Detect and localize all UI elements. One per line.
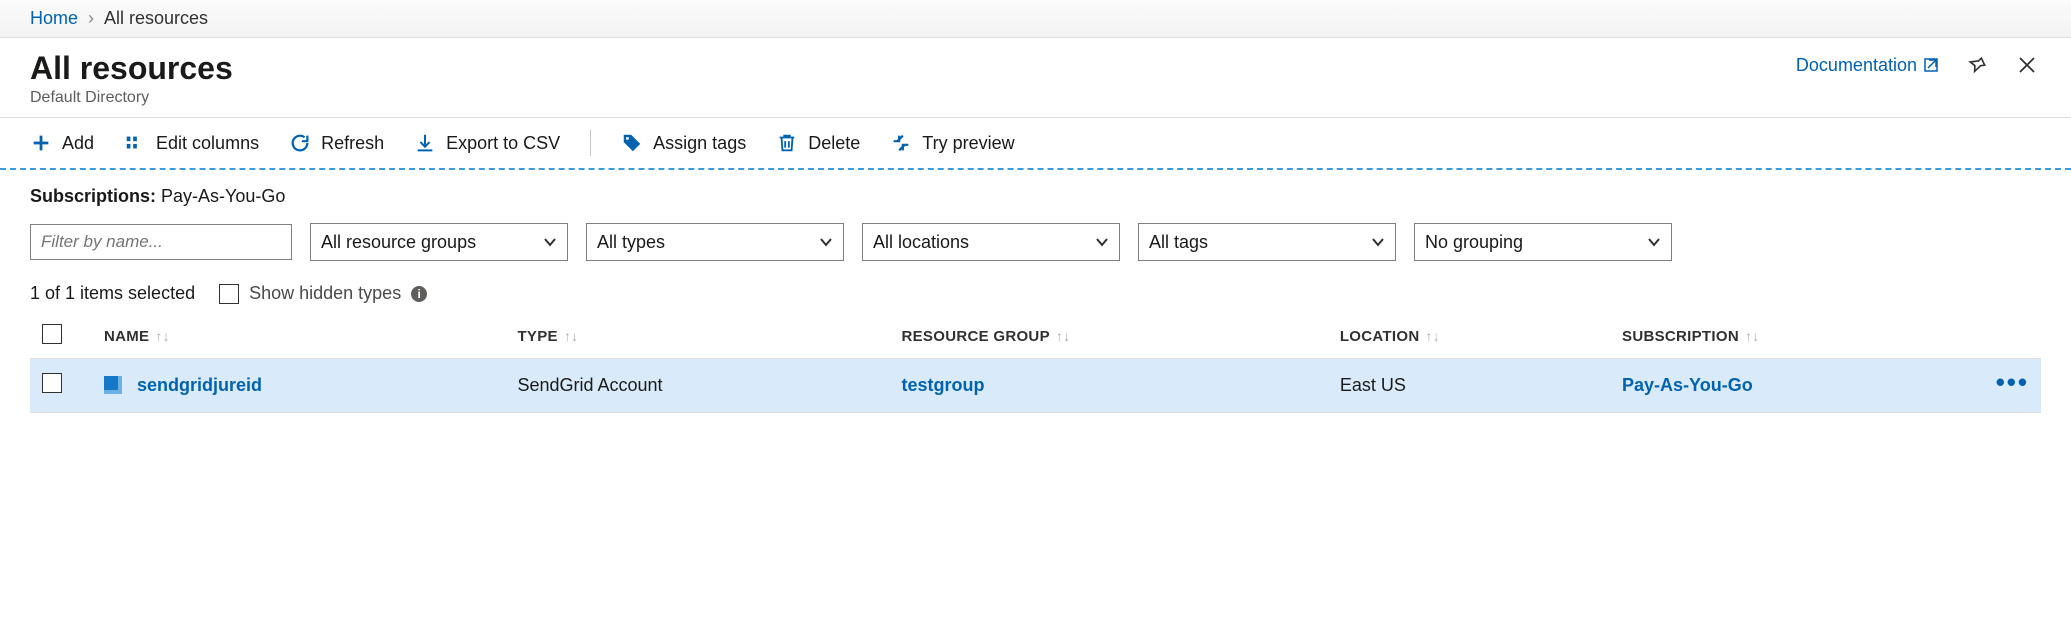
tags-value: All tags [1149,232,1208,253]
trash-icon [776,132,798,154]
documentation-link[interactable]: Documentation [1796,55,1939,76]
assign-tags-label: Assign tags [653,133,746,154]
export-csv-button[interactable]: Export to CSV [414,132,560,154]
col-name[interactable]: NAME ↑↓ [92,314,505,359]
locations-dropdown[interactable]: All locations [862,223,1120,261]
chevron-down-icon [819,235,833,249]
col-sub-label: SUBSCRIPTION [1622,328,1739,345]
filter-name-input[interactable] [30,224,292,260]
resource-table: NAME ↑↓ TYPE ↑↓ RESOURCE GROUP ↑↓ LOCATION ↑… [30,314,2041,413]
plus-icon [30,132,52,154]
locations-value: All locations [873,232,969,253]
sort-icon: ↑↓ [564,328,579,344]
chevron-down-icon [543,235,557,249]
col-name-label: NAME [104,328,149,345]
columns-icon [124,132,146,154]
resource-groups-dropdown[interactable]: All resource groups [310,223,568,261]
resource-groups-value: All resource groups [321,232,476,253]
select-all-header[interactable] [30,314,92,359]
col-location-label: LOCATION [1340,328,1420,345]
resource-name-link[interactable]: sendgridjureid [137,375,262,395]
cell-location: East US [1328,359,1610,413]
try-preview-label: Try preview [922,133,1014,154]
chevron-down-icon [1371,235,1385,249]
checkbox-icon [42,324,62,344]
show-hidden-types-toggle[interactable]: Show hidden types i [219,283,427,304]
try-preview-button[interactable]: Try preview [890,132,1014,154]
refresh-icon [289,132,311,154]
sort-icon: ↑↓ [1056,328,1071,344]
breadcrumb-current: All resources [104,8,208,29]
subscriptions-value: Pay-As-You-Go [161,186,285,206]
col-type-label: TYPE [517,328,557,345]
preview-icon [890,132,912,154]
table-row[interactable]: sendgridjureid SendGrid Account testgrou… [30,359,2041,413]
chevron-down-icon [1095,235,1109,249]
checkbox-icon [219,284,239,304]
edit-columns-button[interactable]: Edit columns [124,132,259,154]
sort-icon: ↑↓ [1745,328,1760,344]
pin-button[interactable] [1961,50,1991,80]
page-title: All resources [30,50,233,87]
col-subscription[interactable]: SUBSCRIPTION ↑↓ [1610,314,1977,359]
selection-count: 1 of 1 items selected [30,283,195,304]
col-rg-label: RESOURCE GROUP [901,328,1049,345]
toolbar: Add Edit columns Refresh Export to CSV A… [0,118,2071,170]
toolbar-separator [590,130,591,156]
breadcrumb-home-link[interactable]: Home [30,8,78,29]
delete-label: Delete [808,133,860,154]
add-button[interactable]: Add [30,132,94,154]
refresh-label: Refresh [321,133,384,154]
grouping-dropdown[interactable]: No grouping [1414,223,1672,261]
types-value: All types [597,232,665,253]
grouping-value: No grouping [1425,232,1523,253]
sort-icon: ↑↓ [155,328,170,344]
chevron-down-icon [1647,235,1661,249]
cell-type: SendGrid Account [505,359,889,413]
sort-icon: ↑↓ [1425,328,1440,344]
col-location[interactable]: LOCATION ↑↓ [1328,314,1610,359]
tag-icon [621,132,643,154]
page-subtitle: Default Directory [30,89,233,107]
table-header-row: NAME ↑↓ TYPE ↑↓ RESOURCE GROUP ↑↓ LOCATION ↑… [30,314,2041,359]
types-dropdown[interactable]: All types [586,223,844,261]
breadcrumb: Home › All resources [0,0,2071,38]
close-icon [2017,55,2037,75]
documentation-label: Documentation [1796,55,1917,76]
refresh-button[interactable]: Refresh [289,132,384,154]
col-type[interactable]: TYPE ↑↓ [505,314,889,359]
page-header: All resources Default Directory Document… [0,38,2071,118]
edit-columns-label: Edit columns [156,133,259,154]
add-label: Add [62,133,94,154]
subscription-link[interactable]: Pay-As-You-Go [1622,375,1753,395]
subscriptions-label: Subscriptions: [30,186,156,206]
resource-type-icon [104,376,122,394]
export-csv-label: Export to CSV [446,133,560,154]
col-resource-group[interactable]: RESOURCE GROUP ↑↓ [889,314,1327,359]
close-button[interactable] [2013,51,2041,79]
show-hidden-label: Show hidden types [249,283,401,304]
tags-dropdown[interactable]: All tags [1138,223,1396,261]
row-more-button[interactable]: ••• [1996,367,2029,397]
subscriptions-line: Subscriptions: Pay-As-You-Go [30,186,2041,207]
chevron-right-icon: › [88,8,94,29]
download-icon [414,132,436,154]
external-link-icon [1923,57,1939,73]
row-checkbox[interactable] [42,373,62,393]
assign-tags-button[interactable]: Assign tags [621,132,746,154]
resource-group-link[interactable]: testgroup [901,375,984,395]
pin-icon [1965,54,1987,76]
filter-area: Subscriptions: Pay-As-You-Go All resourc… [0,170,2071,261]
info-icon: i [411,286,427,302]
selection-line: 1 of 1 items selected Show hidden types … [0,261,2071,314]
delete-button[interactable]: Delete [776,132,860,154]
